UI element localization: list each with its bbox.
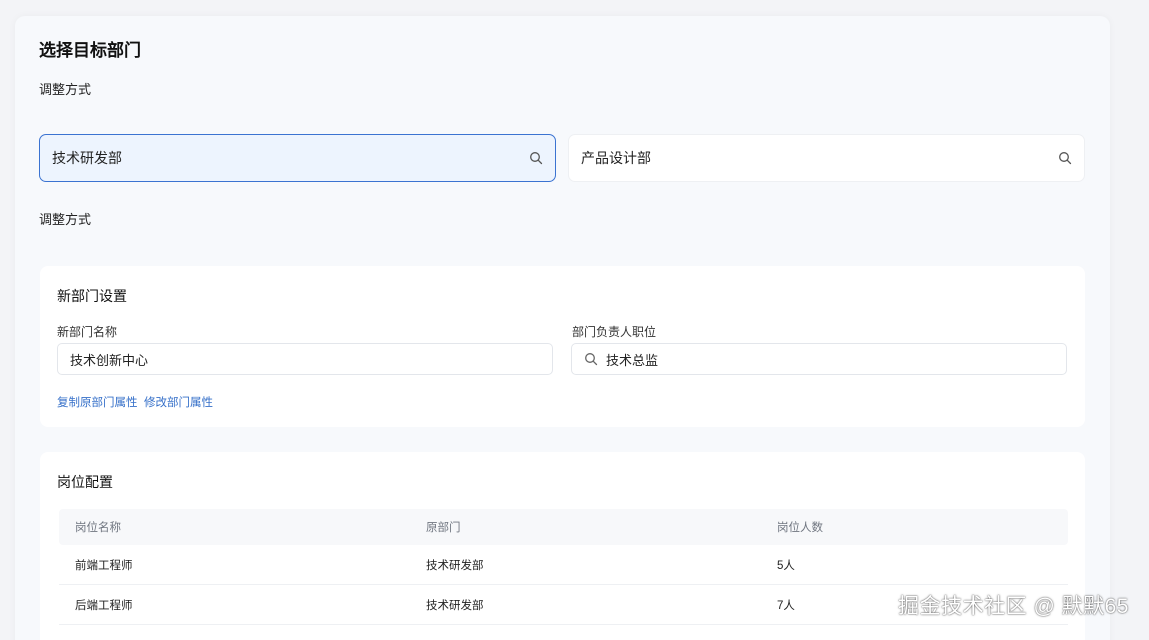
target-dept-panel: 选择目标部门 调整方式 技术研发部 产品设计部 调整方式 新部门设置 新部门名称…: [15, 16, 1110, 640]
col-header-original-dept: 原部门: [426, 522, 461, 534]
adjust-method-label-2: 调整方式: [39, 212, 92, 227]
leader-position-label: 部门负责人职位: [572, 325, 657, 339]
table-row: 前端工程师 技术研发部 5人: [59, 545, 1068, 585]
new-dept-settings-card: 新部门设置 新部门名称 技术创新中心 部门负责人职位 技术总监 复制原部门属性 …: [40, 266, 1085, 427]
new-dept-name-label: 新部门名称: [57, 325, 118, 339]
col-header-headcount: 岗位人数: [777, 522, 823, 534]
leader-position-input[interactable]: 技术总监: [571, 343, 1067, 375]
search-icon: [584, 352, 598, 366]
adjust-method-label: 调整方式: [39, 82, 92, 97]
cell-headcount: 5人: [777, 559, 795, 572]
cell-position: 后端工程师: [75, 599, 133, 612]
position-config-title: 岗位配置: [57, 474, 113, 490]
search-icon[interactable]: [529, 151, 543, 165]
copy-dept-attrs-link[interactable]: 复制原部门属性: [57, 394, 138, 410]
dept-select-right[interactable]: 产品设计部: [568, 134, 1085, 182]
new-dept-name-input[interactable]: 技术创新中心: [57, 343, 553, 375]
dept-right-name: 产品设计部: [581, 150, 651, 166]
new-dept-settings-title: 新部门设置: [57, 288, 127, 304]
cell-original-dept: 技术研发部: [426, 599, 484, 612]
leader-position-value: 技术总监: [606, 352, 659, 368]
table-header: 岗位名称 原部门 岗位人数: [59, 509, 1068, 545]
search-icon[interactable]: [1058, 151, 1072, 165]
dept-left-name: 技术研发部: [52, 150, 122, 166]
cell-original-dept: 技术研发部: [426, 559, 484, 572]
watermark: 掘金技术社区 @ 默默65: [898, 595, 1129, 618]
cell-position: 前端工程师: [75, 559, 133, 572]
page-title: 选择目标部门: [39, 41, 141, 60]
new-dept-name-value: 技术创新中心: [70, 352, 149, 368]
col-header-position: 岗位名称: [75, 522, 121, 534]
modify-dept-attrs-link[interactable]: 修改部门属性: [144, 394, 213, 410]
dept-select-left[interactable]: 技术研发部: [39, 134, 556, 182]
